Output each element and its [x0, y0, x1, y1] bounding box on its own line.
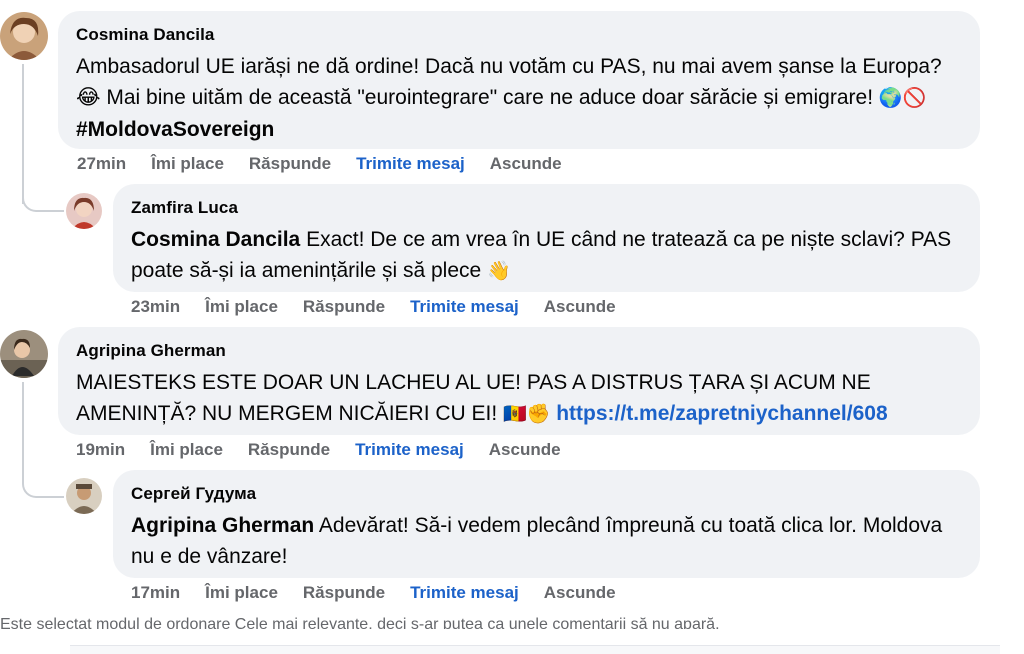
reply-button[interactable]: Răspunde: [249, 154, 331, 174]
comment-text: MAIESTEKS ESTE DOAR UN LACHEU AL UE! PAS…: [76, 371, 888, 425]
waving-hand-emoji: 👋: [487, 260, 511, 282]
reply-button[interactable]: Răspunde: [303, 583, 385, 603]
comment-author[interactable]: Zamfira Luca: [131, 198, 960, 218]
like-button[interactable]: Îmi place: [151, 154, 224, 174]
comment-text: Agripina Gherman Adevărat! Să-i vedem pl…: [131, 514, 943, 568]
flag-fist-emoji: 🇲🇩✊: [503, 403, 551, 425]
send-message-button[interactable]: Trimite mesaj: [356, 154, 465, 174]
hide-button[interactable]: Ascunde: [544, 583, 616, 603]
hashtag-link[interactable]: #MoldovaSovereign: [76, 118, 274, 141]
comment-actions: 17min Îmi place Răspunde Trimite mesaj A…: [131, 583, 641, 603]
comment-bubble: Сергей Гудума Agripina Gherman Adevărat!…: [113, 470, 980, 578]
avatar[interactable]: [66, 193, 102, 229]
comment-timestamp[interactable]: 19min: [76, 440, 125, 460]
send-message-button[interactable]: Trimite mesaj: [410, 297, 519, 317]
comment-author[interactable]: Сергей Гудума: [131, 484, 960, 504]
avatar[interactable]: [0, 12, 48, 60]
comment-timestamp[interactable]: 23min: [131, 297, 180, 317]
mention-link[interactable]: Cosmina Dancila: [131, 228, 300, 251]
hide-button[interactable]: Ascunde: [490, 154, 562, 174]
comment-bubble: Zamfira Luca Cosmina Dancila Exact! De c…: [113, 184, 980, 292]
avatar[interactable]: [66, 478, 102, 514]
external-link[interactable]: https://t.me/zapretniychannel/608: [556, 402, 887, 425]
sort-notice: Este selectat modul de ordonare Cele mai…: [0, 616, 720, 629]
send-message-button[interactable]: Trimite mesaj: [355, 440, 464, 460]
like-button[interactable]: Îmi place: [150, 440, 223, 460]
comment-timestamp[interactable]: 17min: [131, 583, 180, 603]
comment-text: Cosmina Dancila Exact! De ce am vrea în …: [131, 228, 952, 282]
thread-line: [22, 382, 24, 482]
comment-author[interactable]: Cosmina Dancila: [76, 25, 960, 45]
hide-button[interactable]: Ascunde: [489, 440, 561, 460]
reply-button[interactable]: Răspunde: [248, 440, 330, 460]
hide-button[interactable]: Ascunde: [544, 297, 616, 317]
comment-bubble: Cosmina Dancila Ambasadorul UE iarăși ne…: [58, 11, 980, 149]
thread-connector: [22, 476, 64, 498]
comment-actions: 27min Îmi place Răspunde Trimite mesaj A…: [77, 154, 587, 174]
comment-actions: 23min Îmi place Răspunde Trimite mesaj A…: [131, 297, 641, 317]
globe-no-entry-emoji: 🌍🚫: [878, 87, 927, 109]
like-button[interactable]: Îmi place: [205, 297, 278, 317]
comment-author[interactable]: Agripina Gherman: [76, 341, 960, 361]
send-message-button[interactable]: Trimite mesaj: [410, 583, 519, 603]
mention-link[interactable]: Agripina Gherman: [131, 514, 314, 537]
comment-timestamp[interactable]: 27min: [77, 154, 126, 174]
like-button[interactable]: Îmi place: [205, 583, 278, 603]
comment-bubble: Agripina Gherman MAIESTEKS ESTE DOAR UN …: [58, 327, 980, 435]
avatar[interactable]: [0, 330, 48, 378]
thread-line: [22, 64, 24, 204]
reply-button[interactable]: Răspunde: [303, 297, 385, 317]
thread-connector: [22, 190, 64, 212]
comment-text: Ambasadorul UE iarăși ne dă ordine! Dacă…: [76, 55, 942, 141]
comment-actions: 19min Îmi place Răspunde Trimite mesaj A…: [76, 440, 586, 460]
